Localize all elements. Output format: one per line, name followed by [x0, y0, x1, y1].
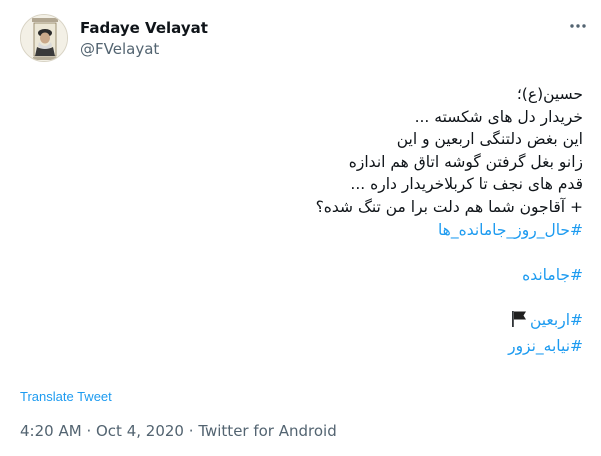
tweet-line: حسین(ع)؛: [516, 85, 583, 103]
portrait-icon: [21, 15, 67, 61]
tweet-text: حسین(ع)؛ خریدار دل های شکسته ... این بغض…: [23, 83, 583, 357]
tweet-line: + آقاجون شما هم دلت برا من تنگ شده؟: [315, 197, 583, 216]
tweet-line: قدم های نجف تا کربلاخریدار داره ...: [350, 175, 583, 194]
hashtag-link[interactable]: #جامانده: [522, 266, 583, 284]
tweet-metadata: 4:20 AM · Oct 4, 2020 · Twitter for Andr…: [20, 422, 337, 440]
display-name[interactable]: Fadaye Velayat: [80, 19, 208, 37]
more-options-button[interactable]: [566, 18, 590, 34]
tweet-card: Fadaye Velayat @FVelayat حسین(ع)؛ خریدار…: [0, 0, 601, 456]
user-handle[interactable]: @FVelayat: [80, 40, 159, 58]
hashtag-link[interactable]: #حال_روز_جامانده_ها: [438, 221, 583, 239]
meta-separator: ·: [188, 422, 194, 440]
avatar[interactable]: [20, 14, 68, 62]
hashtag-link[interactable]: #اربعین: [530, 311, 583, 329]
tweet-source[interactable]: Twitter for Android: [198, 422, 336, 440]
more-dots-icon: [570, 24, 586, 28]
translate-tweet-link[interactable]: Translate Tweet: [20, 389, 112, 404]
black-flag-icon: [511, 310, 527, 335]
meta-separator: ·: [86, 422, 92, 440]
tweet-line: خریدار دل های شکسته ...: [414, 107, 583, 126]
tweet-time[interactable]: 4:20 AM: [20, 422, 82, 440]
tweet-line: زانو بغل گرفتن گوشه اتاق هم اندازه: [348, 152, 583, 171]
hashtag-link[interactable]: #نیابه_نزور: [508, 337, 583, 355]
tweet-date[interactable]: Oct 4, 2020: [96, 422, 184, 440]
tweet-line: این بغض دلتنگی اربعین و این: [396, 130, 583, 149]
